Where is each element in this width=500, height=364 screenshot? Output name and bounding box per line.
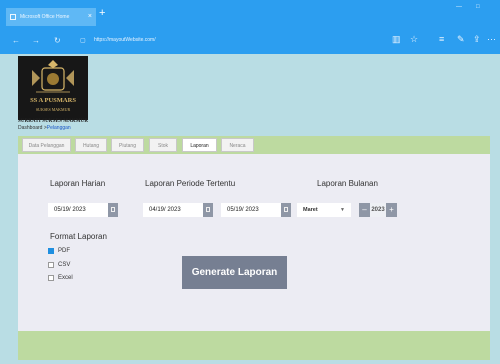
share-icon[interactable]: ⇪ xyxy=(473,34,481,45)
new-tab-button[interactable]: + xyxy=(99,7,105,19)
hub-icon[interactable]: ≡ xyxy=(439,34,444,44)
tab-neraca[interactable]: Neraca xyxy=(221,138,254,152)
year-decrement-button[interactable]: – xyxy=(359,203,370,217)
more-icon[interactable]: ⋯ xyxy=(487,34,496,45)
breadcrumb-current[interactable]: Pelanggan xyxy=(47,125,71,131)
calendar-icon[interactable] xyxy=(108,203,118,217)
breadcrumb-home[interactable]: Dashboard > xyxy=(18,125,47,131)
tab-title: Microsoft Office Home xyxy=(20,14,70,20)
period-end-date-input[interactable]: 05/19/ 2023 xyxy=(221,203,291,217)
period-start-value: 04/19/ 2023 xyxy=(149,207,181,213)
address-bar: ← → ↻ ▢ https://mayoutWebsite.com/ ▥ ☆ ≡… xyxy=(0,28,500,54)
forward-icon[interactable]: → xyxy=(32,36,40,45)
tab-bar: Data Pelanggan Hutang Piutang Stok Lapor… xyxy=(18,136,490,154)
browser-titlebar: Microsoft Office Home × + — □ xyxy=(0,0,500,28)
tab-data-pelanggan[interactable]: Data Pelanggan xyxy=(22,138,71,152)
period-report-heading: Laporan Periode Tertentu xyxy=(145,179,236,188)
format-option-label: Excel xyxy=(58,275,73,281)
monthly-report-heading: Laporan Bulanan xyxy=(317,179,378,188)
logo-title: SS A PUSMARS xyxy=(30,97,76,104)
checkbox-icon[interactable] xyxy=(48,248,54,254)
daily-report-heading: Laporan Harian xyxy=(50,179,106,188)
period-end-value: 05/19/ 2023 xyxy=(227,207,259,213)
chevron-down-icon: ▼ xyxy=(340,207,345,213)
refresh-icon[interactable]: ↻ xyxy=(54,36,61,45)
company-name: SURRATI SUKSES MAKMUR xyxy=(18,119,89,124)
month-value: Maret xyxy=(303,207,318,213)
footer-bar xyxy=(18,331,490,360)
close-tab-icon[interactable]: × xyxy=(88,8,92,26)
minimize-icon[interactable]: — xyxy=(456,4,462,10)
checkbox-icon[interactable] xyxy=(48,275,54,281)
url-field[interactable]: https://mayoutWebsite.com/ xyxy=(94,37,156,43)
year-increment-button[interactable]: + xyxy=(386,203,397,217)
calendar-icon[interactable] xyxy=(281,203,291,217)
format-option-label: PDF xyxy=(58,248,70,254)
checkbox-icon[interactable] xyxy=(48,262,54,268)
calendar-icon[interactable] xyxy=(203,203,213,217)
format-heading: Format Laporan xyxy=(50,232,107,241)
browser-tab[interactable]: Microsoft Office Home × xyxy=(6,8,96,26)
period-start-date-input[interactable]: 04/19/ 2023 xyxy=(143,203,213,217)
page-icon xyxy=(10,14,16,20)
daily-date-input[interactable]: 05/19/ 2023 xyxy=(48,203,118,217)
favorite-star-icon[interactable]: ☆ xyxy=(410,34,418,45)
breadcrumb: Dashboard >Pelanggan xyxy=(18,125,71,131)
notes-icon[interactable]: ✎ xyxy=(457,34,465,45)
lock-icon: ▢ xyxy=(80,38,86,44)
logo-subtitle: SUKSES MAKMUR xyxy=(35,107,71,112)
back-icon[interactable]: ← xyxy=(12,36,20,45)
tab-piutang[interactable]: Piutang xyxy=(111,138,144,152)
tab-laporan[interactable]: Laporan xyxy=(182,138,217,152)
daily-date-value: 05/19/ 2023 xyxy=(54,207,86,213)
format-option-label: CSV xyxy=(58,262,71,268)
company-logo: SS A PUSMARS SUKSES MAKMUR xyxy=(18,56,88,120)
tab-hutang[interactable]: Hutang xyxy=(75,138,107,152)
maximize-icon[interactable]: □ xyxy=(476,4,480,10)
month-select[interactable]: Maret ▼ xyxy=(297,203,351,217)
generate-report-button[interactable]: Generate Laporan xyxy=(182,256,287,289)
reading-view-icon[interactable]: ▥ xyxy=(392,34,401,45)
year-input[interactable]: 2023 xyxy=(370,203,386,217)
tab-stok[interactable]: Stok xyxy=(149,138,177,152)
